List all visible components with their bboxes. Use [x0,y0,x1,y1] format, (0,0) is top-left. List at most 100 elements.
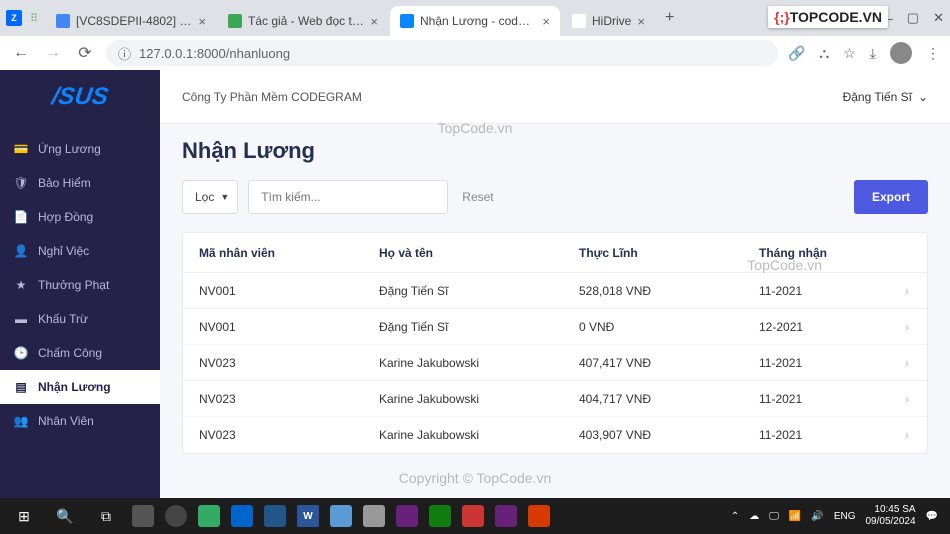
sidebar-item-label: Nghỉ Việc [38,244,89,258]
tray-onedrive-icon[interactable]: ☁ [749,511,759,522]
filter-dropdown[interactable]: Lọc ▼ [182,180,238,214]
sidebar-icon: ▬ [14,312,28,326]
task-view-button[interactable]: ⧉ [86,498,126,534]
chevron-right-icon: › [879,392,909,406]
tab-favicon [56,14,70,28]
reload-button[interactable]: ⟳ [74,43,96,63]
url-text: 127.0.0.1:8000/nhanluong [139,46,290,61]
taskbar-app[interactable] [523,498,555,534]
sidebar-icon: 👤 [14,244,28,258]
browser-tab[interactable]: [VC8SDEPII-4802] 3.2. Xử lý gà× [46,6,216,36]
table-row[interactable]: NV023Karine Jakubowski403,907 VNĐ11-2021… [183,417,927,453]
salary-table: Mã nhân viên Họ và tên Thực Lĩnh Tháng n… [182,232,928,454]
sidebar-icon: 💳 [14,142,28,156]
sidebar-item-label: Bảo Hiểm [38,176,91,190]
tray-wifi-icon[interactable]: 📶 [789,511,801,522]
browser-tab[interactable]: Tác giả - Web đọc truyện× [218,6,388,36]
tab-close-icon[interactable]: × [637,14,645,29]
export-button[interactable]: Export [854,180,928,214]
tray-chevron-icon[interactable]: ⌃ [731,511,739,522]
sidebar-item-label: Nhận Lương [38,380,111,394]
sidebar-item[interactable]: ★ Thưởng Phạt [0,268,160,302]
download-icon[interactable]: ⤓ [870,45,876,62]
start-button[interactable]: ⊞ [4,498,44,534]
tab-close-icon[interactable]: × [370,14,378,29]
maximize-icon[interactable]: ▢ [907,10,919,26]
browser-toolbar: ← → ⟳ ⓘ 127.0.0.1:8000/nhanluong 🔗 ⛬ ☆ ⤓… [0,36,950,70]
sidebar-item-label: Khấu Trừ [38,312,88,326]
zalo-icon[interactable]: Z [6,10,22,26]
taskbar-app[interactable] [358,498,390,534]
sidebar-item[interactable]: 💳 Ứng Lương [0,132,160,166]
user-menu[interactable]: Đặng Tiến Sĩ ⌄ [843,90,928,104]
table-header: Mã nhân viên Họ và tên Thực Lĩnh Tháng n… [183,233,927,273]
chevron-right-icon: › [879,320,909,334]
tab-favicon [400,14,414,28]
sidebar-item-label: Chấm Công [38,346,102,360]
table-row[interactable]: NV001Đặng Tiến Sĩ528,018 VNĐ11-2021› [183,273,927,309]
table-row[interactable]: NV023Karine Jakubowski404,717 VNĐ11-2021… [183,381,927,417]
taskbar-app[interactable] [160,498,192,534]
tray-monitor-icon[interactable]: 🖵 [769,511,779,522]
bookmark-icon[interactable]: ☆ [843,45,856,62]
sidebar-icon: 📄 [14,210,28,224]
caret-down-icon: ▼ [220,192,229,202]
sidebar-item[interactable]: 👤 Nghỉ Việc [0,234,160,268]
forward-button[interactable]: → [42,44,64,62]
taskbar-app[interactable] [490,498,522,534]
tray-volume-icon[interactable]: 🔊 [811,511,823,522]
taskbar-app[interactable]: W [292,498,324,534]
sidebar-item[interactable]: ▬ Khấu Trừ [0,302,160,336]
reset-link[interactable]: Reset [462,190,493,204]
tray-notifications-icon[interactable]: 💬 [926,511,938,522]
chevron-right-icon: › [879,428,909,442]
taskbar-app[interactable] [193,498,225,534]
taskbar-app[interactable] [391,498,423,534]
sidebar-icon: ★ [14,278,28,292]
table-row[interactable]: NV001Đặng Tiến Sĩ0 VNĐ12-2021› [183,309,927,345]
sidebar-item[interactable]: 🕒 Chấm Công [0,336,160,370]
browser-tab[interactable]: HiDrive× [562,6,655,36]
chevron-right-icon: › [879,356,909,370]
taskbar-app[interactable] [325,498,357,534]
tab-close-icon[interactable]: × [542,14,550,29]
sidebar-icon: ▤ [14,380,28,394]
topcode-badge: {;}TOPCODE.VN [768,6,888,28]
windows-taskbar: ⊞ 🔍 ⧉ W ⌃ ☁ 🖵 📶 🔊 ENG 10:45 SA 09/05/202… [0,498,950,534]
new-tab-button[interactable]: + [659,9,680,27]
table-row[interactable]: NV023Karine Jakubowski407,417 VNĐ11-2021… [183,345,927,381]
sidebar-item[interactable]: ▤ Nhận Lương [0,370,160,404]
sidebar-icon: 🕒 [14,346,28,360]
profile-avatar[interactable] [890,42,912,64]
sidebar-item[interactable]: 📄 Hợp Đồng [0,200,160,234]
sidebar-item[interactable]: 👥 Nhân Viên [0,404,160,438]
taskbar-app[interactable] [226,498,258,534]
tab-favicon [228,14,242,28]
back-button[interactable]: ← [10,44,32,62]
taskbar-app[interactable] [457,498,489,534]
tray-lang[interactable]: ENG [834,511,856,522]
sidebar-item-label: Ứng Lương [38,142,101,156]
sidebar-item[interactable]: 🛡Bảo Hiểm [0,166,160,200]
chevron-right-icon: › [879,284,909,298]
taskbar-app[interactable] [424,498,456,534]
menu-icon[interactable]: ⋮ [926,45,940,62]
link-icon[interactable]: 🔗 [788,45,805,62]
taskbar-app[interactable] [127,498,159,534]
sidebar-item-label: Nhân Viên [38,414,94,428]
translate-icon[interactable]: ⛬ [819,45,829,62]
search-button[interactable]: 🔍 [45,498,85,534]
company-name: Công Ty Phần Mềm CODEGRAM [182,90,362,104]
tab-close-icon[interactable]: × [198,14,206,29]
close-window-icon[interactable]: ✕ [933,10,944,26]
address-bar[interactable]: ⓘ 127.0.0.1:8000/nhanluong [106,40,778,66]
sidebar-item-label: Thưởng Phạt [38,278,109,292]
app-icon[interactable]: ⠿ [26,10,42,26]
taskbar-clock[interactable]: 10:45 SA 09/05/2024 [865,504,915,528]
sidebar-item-label: Hợp Đồng [38,210,93,224]
chevron-down-icon: ⌄ [918,90,928,104]
search-input[interactable] [248,180,448,214]
sidebar-icon: 👥 [14,414,28,428]
browser-tab[interactable]: Nhận Lương - codegram.pro× [390,6,560,36]
taskbar-app[interactable] [259,498,291,534]
